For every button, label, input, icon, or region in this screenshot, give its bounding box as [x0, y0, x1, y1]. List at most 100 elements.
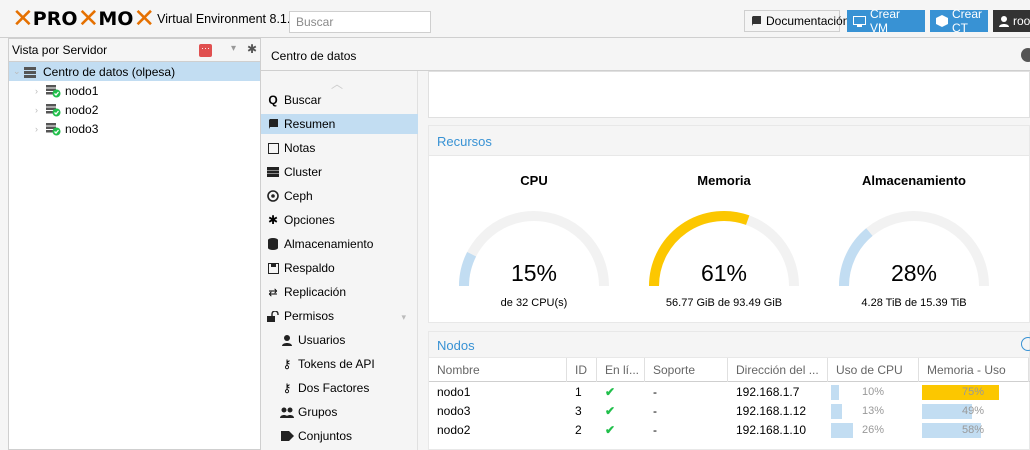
tag-icon [280, 431, 294, 441]
nav-item-dos-factores[interactable]: ⚷ Dos Factores [261, 378, 418, 398]
user-icon [999, 15, 1009, 27]
logo-part-2: MO [98, 8, 134, 30]
proxmox-logo[interactable]: ✕ PRO ✕ MO ✕ Virtual Environment 8.1.3 [12, 4, 297, 34]
server-icon [24, 66, 36, 78]
progress-label: 13% [861, 405, 885, 417]
memory-usage-bar: 49% [922, 404, 1024, 419]
search-icon: Q [268, 93, 278, 107]
gauge-value: 28% [890, 260, 938, 286]
create-ct-button[interactable]: Crear CT [930, 7, 988, 35]
logo-part-1: PRO [32, 8, 78, 30]
table-row[interactable]: nodo1 1 ✔ - 192.168.1.7 10% 75% [429, 383, 1030, 402]
column-header[interactable]: Dirección del ... [728, 358, 828, 382]
help-icon[interactable] [1021, 48, 1030, 62]
chevron-right-icon[interactable]: › [35, 124, 45, 134]
nav-item-label: Conjuntos [298, 429, 353, 443]
nav-item-label: Buscar [284, 93, 322, 107]
memory-usage-bar: 58% [922, 423, 1024, 438]
ceph-icon [266, 190, 280, 202]
nav-item-label: Almacenamiento [284, 237, 374, 251]
expand-icon[interactable]: ⌄ [13, 66, 23, 77]
gauge-value: 15% [510, 260, 558, 286]
nav-item-label: Usuarios [298, 333, 346, 347]
database-icon [266, 238, 280, 250]
gauge-value: 61% [700, 260, 748, 286]
nav-item-label: Resumen [284, 117, 336, 131]
tree-item-datacenter[interactable]: ⌄ Centro de datos (olpesa) [9, 62, 260, 81]
view-selector-value: Vista por Servidor [12, 43, 108, 57]
refresh-icon[interactable] [1021, 337, 1030, 351]
progress-label: 58% [961, 424, 985, 436]
grid-header: Nombre ID En lí... Soporte Dirección del ...… [429, 358, 1030, 382]
table-row[interactable]: nodo2 2 ✔ - 192.168.1.10 26% 58% [429, 421, 1030, 440]
gauge-title: Memoria [697, 173, 751, 188]
resources-panel-header: Recursos [428, 125, 1030, 155]
chevron-down-icon[interactable]: ▾ [231, 43, 236, 54]
user-menu-button[interactable]: root@pam [993, 10, 1030, 32]
nav-item-ceph[interactable]: Ceph [261, 186, 418, 206]
node-id-cell: 1 [575, 385, 582, 399]
address-cell: 192.168.1.12 [736, 404, 807, 418]
user-icon [280, 334, 294, 346]
book-icon [752, 16, 761, 26]
nav-item-permisos[interactable]: Permisos ▾ [261, 306, 418, 326]
nodes-title: Nodos [437, 338, 475, 353]
chevron-down-icon[interactable]: ▾ [401, 312, 406, 323]
nav-item-resumen[interactable]: Resumen [261, 114, 418, 134]
datacenter-nav-menu: ︿ Q Buscar Resumen Notas Cluster Ceph ✱ Opcione… [261, 71, 418, 450]
tree-item-node[interactable]: › nodo3 [9, 119, 260, 138]
note-icon [266, 142, 280, 154]
nav-item-replicación[interactable]: ⇄ Replicación [261, 282, 418, 302]
nav-item-notas[interactable]: Notas [261, 138, 418, 158]
main-content: Recursos CPU 15% de 32 CPU(s) Memoria 61% 56.… [418, 71, 1030, 450]
logo-x-icon: ✕ [12, 4, 34, 34]
address-cell: 192.168.1.10 [736, 423, 807, 437]
nav-item-opciones[interactable]: ✱ Opciones [261, 210, 418, 230]
logo-x-icon: ✕ [77, 4, 100, 34]
node-online-icon [46, 122, 61, 135]
create-vm-button[interactable]: Crear VM [847, 7, 925, 35]
documentation-button[interactable]: Documentación [744, 10, 849, 32]
global-search-input[interactable]: Buscar [289, 11, 431, 33]
table-row[interactable]: nodo3 3 ✔ - 192.168.1.12 13% 49% [429, 402, 1030, 421]
logo-x-icon: ✕ [133, 4, 155, 34]
nav-item-tokens-de-api[interactable]: ⚷ Tokens de API [261, 354, 418, 374]
desktop-icon [853, 15, 866, 27]
nav-item-almacenamiento[interactable]: Almacenamiento [261, 234, 418, 254]
column-header[interactable]: Soporte [645, 358, 728, 382]
view-selector[interactable]: Vista por Servidor ··· ▾ ✱ [9, 39, 260, 62]
column-header[interactable]: Memoria - Uso [919, 358, 1029, 382]
more-icon[interactable]: ··· [199, 44, 212, 57]
column-header[interactable]: En lí... [597, 358, 645, 382]
online-check-icon: ✔ [605, 423, 616, 437]
column-header[interactable]: Nombre [429, 358, 567, 382]
nav-item-conjuntos[interactable]: Conjuntos [261, 426, 418, 446]
nav-item-label: Respaldo [284, 261, 335, 275]
gauge-title: Almacenamiento [861, 173, 967, 188]
nav-item-label: Grupos [298, 405, 338, 419]
column-header[interactable]: ID [567, 358, 597, 382]
chevron-right-icon[interactable]: › [35, 86, 45, 96]
column-header[interactable]: Uso de CPU [828, 358, 919, 382]
node-id-cell: 2 [575, 423, 582, 437]
content-title: Centro de datos [271, 49, 357, 63]
tree-item-node[interactable]: › nodo2 [9, 100, 260, 119]
nav-item-label: Replicación [284, 285, 347, 299]
gear-icon[interactable]: ✱ [247, 42, 257, 56]
chevron-right-icon[interactable]: › [35, 105, 45, 115]
nav-item-buscar[interactable]: Q Buscar [261, 90, 418, 110]
node-name-cell: nodo2 [437, 423, 471, 437]
cpu-usage-bar: 26% [831, 423, 915, 438]
nav-item-label: Permisos [284, 309, 335, 323]
retweet-icon: ⇄ [268, 286, 278, 299]
nav-item-respaldo[interactable]: Respaldo [261, 258, 418, 278]
node-name-cell: nodo3 [437, 404, 471, 418]
tree-item-label: nodo2 [65, 102, 99, 117]
nav-item-grupos[interactable]: Grupos [261, 402, 418, 422]
support-cell: - [653, 404, 657, 418]
nav-item-cluster[interactable]: Cluster [261, 162, 418, 182]
resources-title: Recursos [437, 134, 492, 149]
documentation-label: Documentación [766, 14, 850, 28]
tree-item-node[interactable]: › nodo1 [9, 81, 260, 100]
nav-item-usuarios[interactable]: Usuarios [261, 330, 418, 350]
